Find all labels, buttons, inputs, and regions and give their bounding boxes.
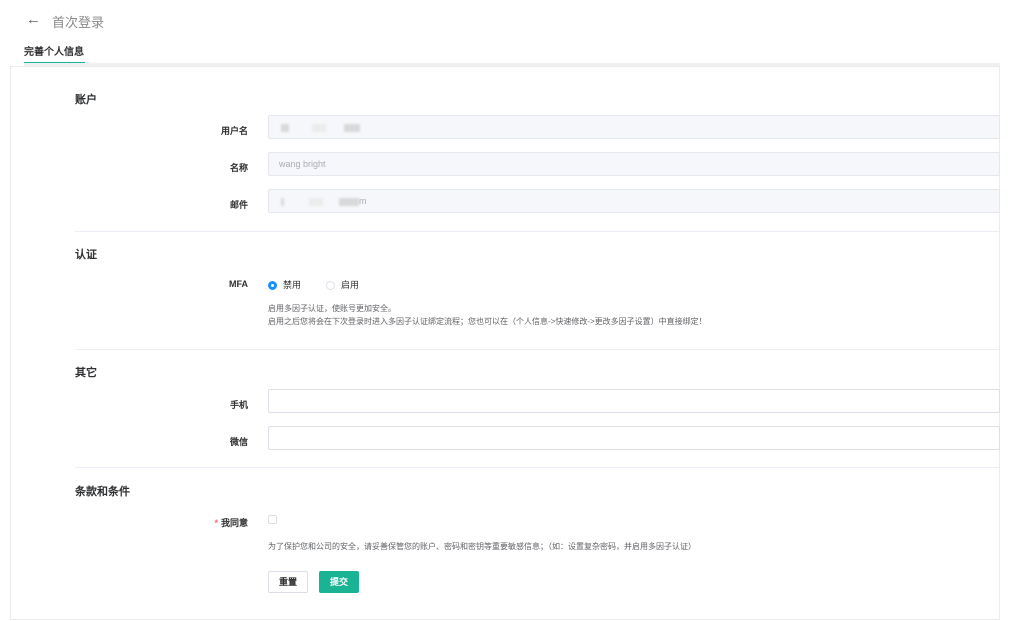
section-divider: [75, 231, 1000, 232]
required-mark: *: [214, 518, 218, 528]
mfa-option-enable[interactable]: 启用: [326, 278, 359, 291]
email-label: 邮件: [229, 200, 248, 210]
form-card: [10, 66, 1000, 620]
submit-button[interactable]: 提交: [319, 571, 359, 593]
terms-help: 为了保护您和公司的安全，请妥善保管您的账户、密码和密钥等重要敏感信息；（如：设置…: [268, 542, 696, 551]
redacted-text: [339, 197, 360, 206]
email-visible-suffix: m: [359, 196, 367, 206]
username-field: [268, 115, 1000, 139]
radio-checked-icon: [268, 281, 277, 291]
name-label: 名称: [229, 163, 248, 173]
top-bar: ← 首次登录: [0, 0, 1024, 40]
tab-profile[interactable]: 完善个人信息: [24, 43, 84, 58]
radio-unchecked-icon: [326, 281, 335, 291]
radio-label: 禁用: [283, 280, 302, 290]
section-title-terms: 条款和条件: [75, 486, 130, 498]
reset-button[interactable]: 重置: [268, 571, 308, 593]
back-arrow-icon[interactable]: ←: [26, 11, 41, 28]
username-label: 用户名: [220, 126, 248, 136]
email-field: m: [268, 189, 1000, 213]
page-title: 首次登录: [52, 15, 105, 30]
mfa-option-disable[interactable]: 禁用: [268, 278, 301, 291]
mfa-help-line-1: 启用多因子认证，使账号更加安全。: [268, 304, 396, 313]
mfa-label: MFA: [229, 279, 248, 289]
phone-input[interactable]: [268, 389, 1000, 413]
section-title-auth: 认证: [75, 249, 97, 261]
redacted-text: [311, 123, 326, 132]
radio-label: 启用: [341, 280, 360, 290]
agree-label-text: 我同意: [220, 518, 248, 528]
section-divider: [75, 467, 1000, 468]
phone-label: 手机: [229, 400, 248, 410]
wechat-input[interactable]: [268, 426, 1000, 450]
mfa-help-line-2: 启用之后您将会在下次登录时进入多因子认证绑定流程；您也可以在（个人信息->快速修…: [268, 317, 707, 326]
tab-bar: 完善个人信息: [0, 40, 1000, 65]
redacted-text: [281, 197, 284, 206]
agree-checkbox[interactable]: [268, 515, 277, 524]
redacted-text: [308, 197, 323, 206]
agree-label: * 我同意: [138, 516, 248, 529]
section-title-other: 其它: [75, 367, 97, 379]
name-field: wang bright: [268, 152, 1000, 176]
section-divider: [75, 349, 1000, 350]
wechat-label: 微信: [229, 437, 248, 447]
redacted-text: [281, 123, 289, 132]
section-title-account: 账户: [75, 94, 97, 106]
redacted-text: [344, 123, 361, 132]
